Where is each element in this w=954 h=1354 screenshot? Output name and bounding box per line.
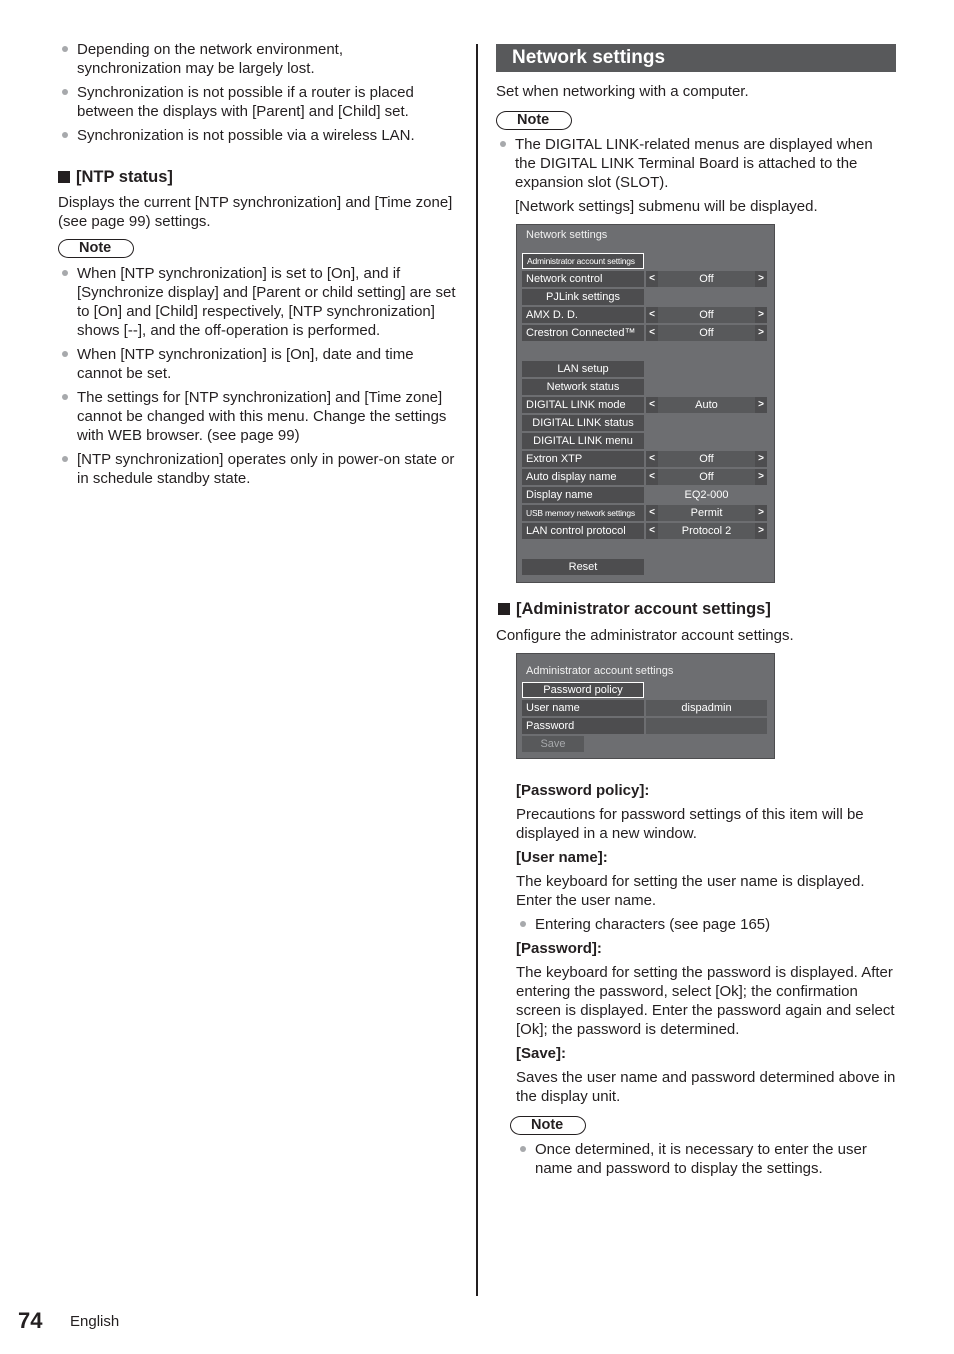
chevron-right-icon[interactable]: > <box>755 469 767 485</box>
admin-account-menu: Administrator account settings Password … <box>516 653 775 759</box>
submenu-text: [Network settings] submenu will be displ… <box>515 198 818 215</box>
chevron-left-icon[interactable]: < <box>646 271 658 287</box>
chevron-left-icon[interactable]: < <box>646 325 658 341</box>
setting-value: Auto <box>658 397 755 413</box>
ntp-status-heading: [NTP status] <box>58 167 458 187</box>
chevron-right-icon[interactable]: > <box>755 451 767 467</box>
right-column: Network settings Set when networking wit… <box>496 44 896 216</box>
ntp-notes: When [NTP synchronization] is set to [On… <box>58 264 458 488</box>
note-label: Note <box>58 239 135 258</box>
chevron-left-icon[interactable]: < <box>646 451 658 467</box>
sync-bullets: Depending on the network environment, sy… <box>58 40 448 145</box>
bullet-icon <box>62 351 68 357</box>
bullet-icon <box>62 456 68 462</box>
user-name-field[interactable]: dispadmin <box>646 700 767 716</box>
network-settings-menu: Network settings Administrator account s… <box>516 224 775 583</box>
bullet-item: Synchronization is not possible if a rou… <box>58 83 448 121</box>
chevron-left-icon[interactable]: < <box>646 397 658 413</box>
detail-term: [Password]: <box>516 940 602 957</box>
chevron-left-icon[interactable]: < <box>646 523 658 539</box>
note-item: When [NTP synchronization] is [On], date… <box>58 345 458 383</box>
bullet-icon <box>62 46 68 52</box>
admin-section-description: Configure the administrator account sett… <box>496 627 794 644</box>
detail-text: The keyboard for setting the user name i… <box>516 873 865 909</box>
setting-value: Off <box>658 325 755 341</box>
menu-title: Administrator account settings <box>526 665 674 677</box>
detail-text: The keyboard for setting the password is… <box>516 964 895 1038</box>
chevron-right-icon[interactable]: > <box>755 307 767 323</box>
note-item: [NTP synchronization] operates only in p… <box>58 450 458 488</box>
setting-value: Protocol 2 <box>658 523 755 539</box>
square-bullet-icon <box>58 171 70 183</box>
note-item: The settings for [NTP synchronization] a… <box>58 388 458 445</box>
admin-details: [Password policy]: Precautions for passw… <box>510 781 901 1183</box>
admin-notes: Once determined, it is necessary to ente… <box>516 1140 901 1178</box>
detail-term: [User name]: <box>516 849 608 866</box>
save-button[interactable]: Save <box>522 736 584 752</box>
bullet-item: Entering characters (see page 165) <box>516 915 901 934</box>
setting-value: Off <box>658 271 755 287</box>
left-column: Depending on the network environment, sy… <box>58 40 458 493</box>
note-label: Note <box>496 111 573 130</box>
bullet-icon <box>520 1146 526 1152</box>
bullet-icon <box>62 132 68 138</box>
footer-language: English <box>70 1313 120 1330</box>
section-title: Network settings <box>496 44 896 72</box>
setting-value: Off <box>658 307 755 323</box>
chevron-right-icon[interactable]: > <box>755 271 767 287</box>
note-item: When [NTP synchronization] is set to [On… <box>58 264 458 340</box>
bullet-icon <box>520 921 526 927</box>
setting-value: Permit <box>658 505 755 521</box>
setting-value: Off <box>658 451 755 467</box>
detail-term: [Password policy]: <box>516 782 650 799</box>
bullet-icon <box>500 141 506 147</box>
column-divider <box>476 44 478 1296</box>
note-item: The DIGITAL LINK-related menus are displ… <box>496 135 896 192</box>
ntp-status-description: Displays the current [NTP synchronizatio… <box>58 194 453 230</box>
chevron-right-icon[interactable]: > <box>755 505 767 521</box>
chevron-right-icon[interactable]: > <box>755 397 767 413</box>
admin-section: [Administrator account settings] Configu… <box>496 599 898 645</box>
section-intro: Set when networking with a computer. <box>496 83 749 100</box>
menu-title: Network settings <box>526 229 608 241</box>
detail-term: [Save]: <box>516 1045 567 1062</box>
note-label: Note <box>510 1116 587 1135</box>
bullet-item: Depending on the network environment, sy… <box>58 40 448 78</box>
display-name-value: EQ2-000 <box>684 489 729 501</box>
password-field[interactable] <box>646 718 767 734</box>
page-number: 74 <box>18 1308 43 1333</box>
chevron-left-icon[interactable]: < <box>646 505 658 521</box>
note-item: Once determined, it is necessary to ente… <box>516 1140 901 1178</box>
detail-text: Saves the user name and password determi… <box>516 1069 896 1105</box>
admin-section-heading: [Administrator account settings] <box>498 599 898 619</box>
network-notes: The DIGITAL LINK-related menus are displ… <box>496 135 896 192</box>
bullet-item: Synchronization is not possible via a wi… <box>58 126 448 145</box>
chevron-left-icon[interactable]: < <box>646 307 658 323</box>
bullet-icon <box>62 89 68 95</box>
square-bullet-icon <box>498 603 510 615</box>
detail-text: Precautions for password settings of thi… <box>516 806 864 842</box>
chevron-right-icon[interactable]: > <box>755 325 767 341</box>
chevron-left-icon[interactable]: < <box>646 469 658 485</box>
detail-bullets: Entering characters (see page 165) <box>516 915 901 934</box>
bullet-icon <box>62 394 68 400</box>
chevron-right-icon[interactable]: > <box>755 523 767 539</box>
setting-value: Off <box>658 469 755 485</box>
bullet-icon <box>62 270 68 276</box>
